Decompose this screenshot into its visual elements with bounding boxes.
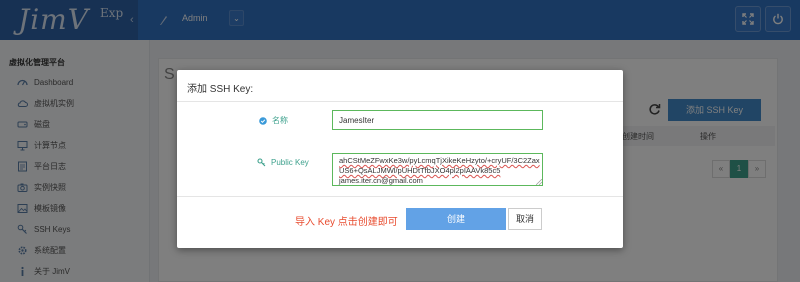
- public-key-label: Public Key: [257, 158, 309, 167]
- dialog-header: 添加 SSH Key:: [177, 70, 623, 102]
- name-label: 名称: [259, 115, 288, 126]
- public-key-label-text: Public Key: [271, 158, 309, 167]
- key-icon: [257, 158, 266, 167]
- add-ssh-key-dialog: 添加 SSH Key: 名称 Public Key ahCStMeZFwxKe3…: [177, 70, 623, 248]
- public-key-line: james.iter.cn@gmail.com: [339, 176, 423, 185]
- check-circle-icon: [259, 116, 267, 125]
- name-input[interactable]: [332, 110, 543, 130]
- name-label-text: 名称: [272, 116, 288, 125]
- public-key-textarea[interactable]: ahCStMeZFwxKe3w/pyLcmqTjXikeKeHzyto/+cry…: [332, 153, 543, 186]
- public-key-line: ahCStMeZFwxKe3w/pyLcmqTjXikeKeHzyto/+cry…: [339, 156, 540, 165]
- import-hint: 导入 Key 点击创建即可: [295, 217, 398, 228]
- dialog-footer: [177, 196, 623, 248]
- create-button[interactable]: 创建: [406, 208, 506, 230]
- cancel-button[interactable]: 取消: [508, 208, 542, 230]
- dialog-title: 添加 SSH Key:: [187, 84, 254, 95]
- resize-grip-icon[interactable]: [536, 179, 542, 185]
- public-key-line: US6+QsALJMWl/pUHDtTfbJXO4pl2pIAAVk85c5: [339, 166, 501, 175]
